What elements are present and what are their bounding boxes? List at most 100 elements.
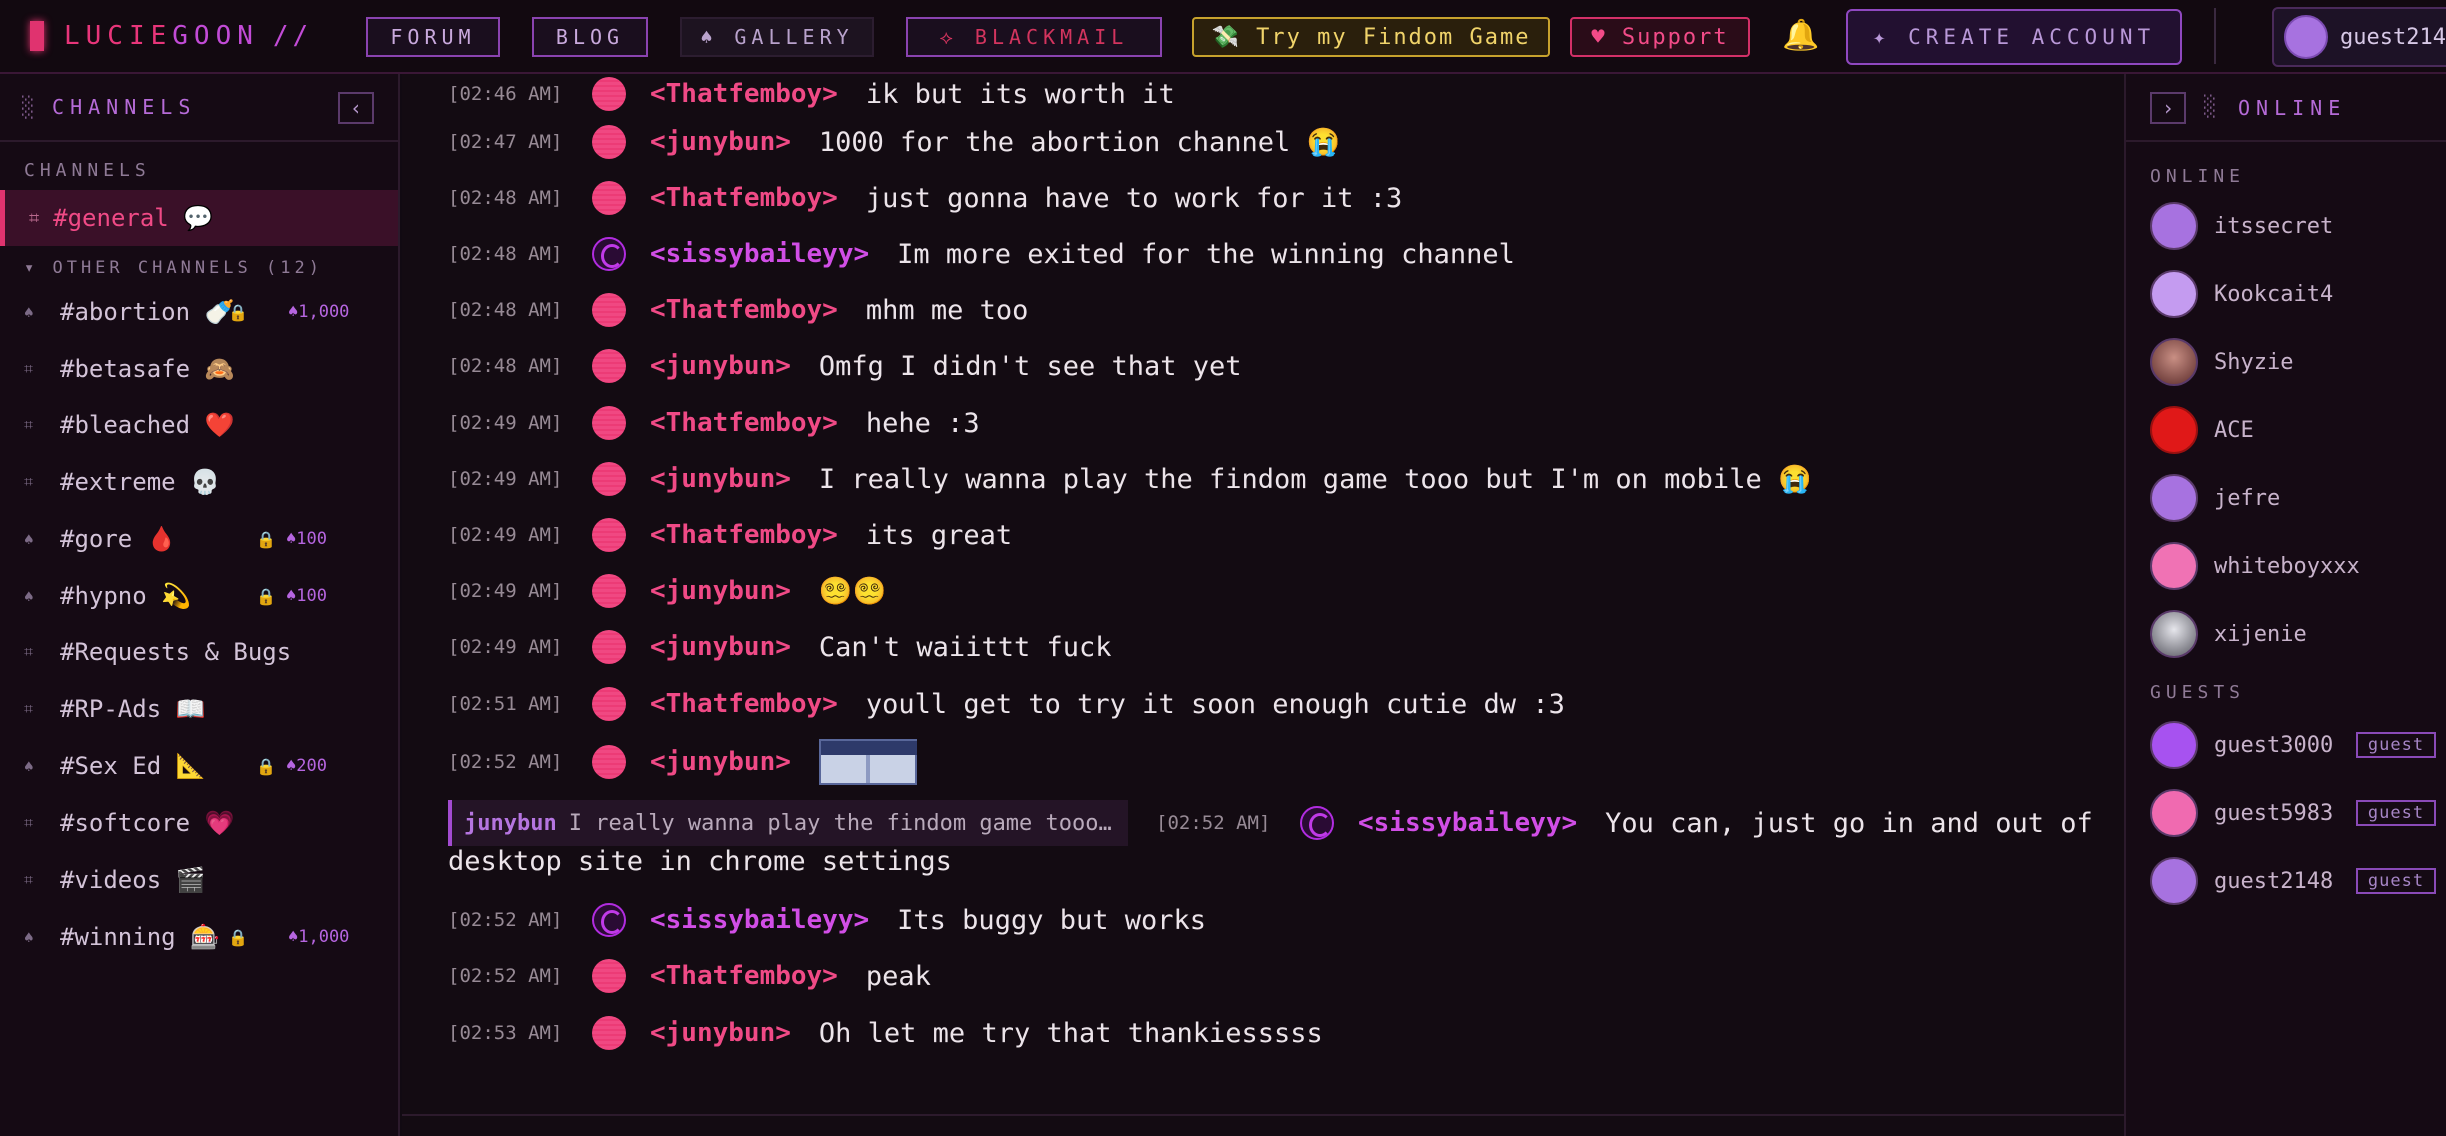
channel-name: #bleached ❤️ xyxy=(60,411,235,439)
user-avatar[interactable] xyxy=(592,181,626,215)
chat-message: [02:49 AM] <junybun> I really wanna play… xyxy=(448,459,1812,499)
message-username[interactable]: <junybun> xyxy=(650,464,791,494)
online-user[interactable]: Kookcait4 xyxy=(2150,268,2333,320)
support-button[interactable]: ♥ Support xyxy=(1570,17,1750,57)
online-user[interactable]: xijenie xyxy=(2150,608,2307,660)
message-username[interactable]: <Thatfemboy> xyxy=(650,79,838,109)
user-avatar[interactable] xyxy=(592,293,626,327)
nav-blackmail-button[interactable]: ⟡ BLACKMAIL xyxy=(906,17,1162,57)
expand-sidebar-button[interactable]: › xyxy=(2150,92,2186,124)
user-name: jefre xyxy=(2214,485,2281,511)
online-title: ONLINE xyxy=(2238,96,2347,120)
chat-message: [02:48 AM] <sissybaileyy> Im more exited… xyxy=(448,234,1515,274)
user-avatar[interactable] xyxy=(592,687,626,721)
chat-message: [02:49 AM] <Thatfemboy> its great xyxy=(448,515,1012,555)
user-avatar[interactable] xyxy=(592,959,626,993)
user-avatar[interactable] xyxy=(592,903,626,937)
message-username[interactable]: <Thatfemboy> xyxy=(650,961,838,991)
channels-section-label: CHANNELS xyxy=(24,160,151,181)
guest-user[interactable]: guest3000 guest xyxy=(2150,719,2440,771)
message-username[interactable]: <Thatfemboy> xyxy=(650,183,838,213)
online-user[interactable]: jefre xyxy=(2150,472,2280,524)
lock-icon: 🔒 xyxy=(228,927,248,947)
channel-rp-ads[interactable]: ⌗ #RP-Ads 📖 xyxy=(0,684,398,734)
user-avatar[interactable] xyxy=(592,518,626,552)
brand-name: LUCIEGOON xyxy=(64,21,259,51)
message-username[interactable]: <sissybaileyy> xyxy=(650,905,869,935)
collapse-sidebar-button[interactable]: ‹ xyxy=(338,92,374,124)
message-username[interactable]: <Thatfemboy> xyxy=(650,295,838,325)
channel-price: ♠1,000 xyxy=(288,927,350,947)
channel-extreme[interactable]: ⌗ #extreme 💀 xyxy=(0,457,398,507)
user-avatar[interactable] xyxy=(1300,806,1334,840)
online-user[interactable]: whiteboyxxx xyxy=(2150,540,2360,592)
create-account-button[interactable]: ✦ CREATE ACCOUNT xyxy=(1846,9,2182,65)
channel-general[interactable]: ⌗ #general 💬 xyxy=(0,190,398,246)
channel-hypno[interactable]: ♠ #hypno 💫 🔒 ♠100 xyxy=(0,571,398,621)
user-avatar[interactable] xyxy=(592,125,626,159)
guest-badge: guest xyxy=(2356,800,2436,826)
timestamp: [02:48 AM] xyxy=(448,355,563,377)
notification-bell-icon[interactable]: 🔔 xyxy=(1782,18,1819,53)
user-avatar[interactable] xyxy=(592,462,626,496)
nav-forum-button[interactable]: FORUM xyxy=(366,17,500,57)
username: guest2148 xyxy=(2340,24,2446,50)
message-username[interactable]: <Thatfemboy> xyxy=(650,689,838,719)
reply-quote[interactable]: junybun I really wanna play the findom g… xyxy=(448,800,1128,846)
timestamp: [02:47 AM] xyxy=(448,131,563,153)
user-avatar[interactable] xyxy=(592,237,626,271)
channel-betasafe[interactable]: ⌗ #betasafe 🙈 xyxy=(0,344,398,394)
findom-game-button[interactable]: 💸 Try my Findom Game xyxy=(1192,17,1550,57)
user-avatar[interactable] xyxy=(592,349,626,383)
nav-gallery-button[interactable]: ♠ GALLERY xyxy=(680,17,874,57)
message-username[interactable]: <junybun> xyxy=(650,127,791,157)
brand-logo[interactable]: LUCIEGOON // xyxy=(30,21,312,51)
channel-winning[interactable]: ♠ #winning 🎰 🔒 ♠1,000 xyxy=(0,912,398,962)
channel-sex-ed[interactable]: ♠ #Sex Ed 📐 🔒 ♠200 xyxy=(0,741,398,791)
top-bar: LUCIEGOON // FORUM BLOG ♠ GALLERY ⟡ BLAC… xyxy=(0,0,2446,74)
channel-name: #Requests & Bugs xyxy=(60,638,292,666)
avatar xyxy=(2150,202,2198,250)
message-username[interactable]: <sissybaileyy> xyxy=(1358,808,1577,838)
channel-softcore[interactable]: ⌗ #softcore 💗 xyxy=(0,798,398,848)
timestamp: [02:52 AM] xyxy=(1156,812,1271,834)
message-username[interactable]: <junybun> xyxy=(650,747,791,777)
timestamp: [02:52 AM] xyxy=(448,751,563,773)
message-username[interactable]: <junybun> xyxy=(650,632,791,662)
user-avatar[interactable] xyxy=(592,406,626,440)
guest-user[interactable]: guest2148 guest xyxy=(2150,855,2440,907)
online-user[interactable]: Shyzie xyxy=(2150,336,2293,388)
user-avatar[interactable] xyxy=(592,745,626,779)
message-username[interactable]: <junybun> xyxy=(650,576,791,606)
user-avatar[interactable] xyxy=(592,574,626,608)
online-user[interactable]: ACE xyxy=(2150,404,2254,456)
hash-icon: ⌗ xyxy=(24,472,34,491)
channel-bleached[interactable]: ⌗ #bleached ❤️ xyxy=(0,400,398,450)
channel-price: ♠100 xyxy=(286,529,327,549)
user-avatar[interactable] xyxy=(592,77,626,111)
user-avatar[interactable] xyxy=(592,1016,626,1050)
chat-message: [02:49 AM] <junybun> 😵‍💫😵‍💫 xyxy=(448,571,886,611)
channel-requests-bugs[interactable]: ⌗ #Requests & Bugs xyxy=(0,627,398,677)
message-username[interactable]: <Thatfemboy> xyxy=(650,408,838,438)
channel-abortion[interactable]: ♠ #abortion 🍼 🔒 ♠1,000 xyxy=(0,287,398,337)
guest-user[interactable]: guest5983 guest xyxy=(2150,787,2440,839)
user-menu[interactable]: guest2148 xyxy=(2272,7,2446,67)
user-avatar[interactable] xyxy=(592,630,626,664)
lock-icon: 🔒 xyxy=(256,756,276,776)
hash-icon: ⌗ xyxy=(29,207,40,229)
sticker-image[interactable] xyxy=(818,739,917,785)
hash-icon: ⌗ xyxy=(24,813,34,832)
message-text: Im more exited for the winning channel xyxy=(897,238,1515,270)
message-username[interactable]: <junybun> xyxy=(650,1018,791,1048)
nav-blog-button[interactable]: BLOG xyxy=(532,17,648,57)
guests-section-label: GUESTS xyxy=(2150,682,2246,703)
chat-message: [02:48 AM] <junybun> Omfg I didn't see t… xyxy=(448,346,1242,386)
message-username[interactable]: <sissybaileyy> xyxy=(650,239,869,269)
message-username[interactable]: <Thatfemboy> xyxy=(650,520,838,550)
channel-videos[interactable]: ⌗ #videos 🎬 xyxy=(0,855,398,905)
message-username[interactable]: <junybun> xyxy=(650,351,791,381)
online-user[interactable]: itssecret xyxy=(2150,200,2333,252)
channel-gore[interactable]: ♠ #gore 🩸 🔒 ♠100 xyxy=(0,514,398,564)
other-channels-toggle[interactable]: ▾ OTHER CHANNELS (12) xyxy=(24,258,323,278)
